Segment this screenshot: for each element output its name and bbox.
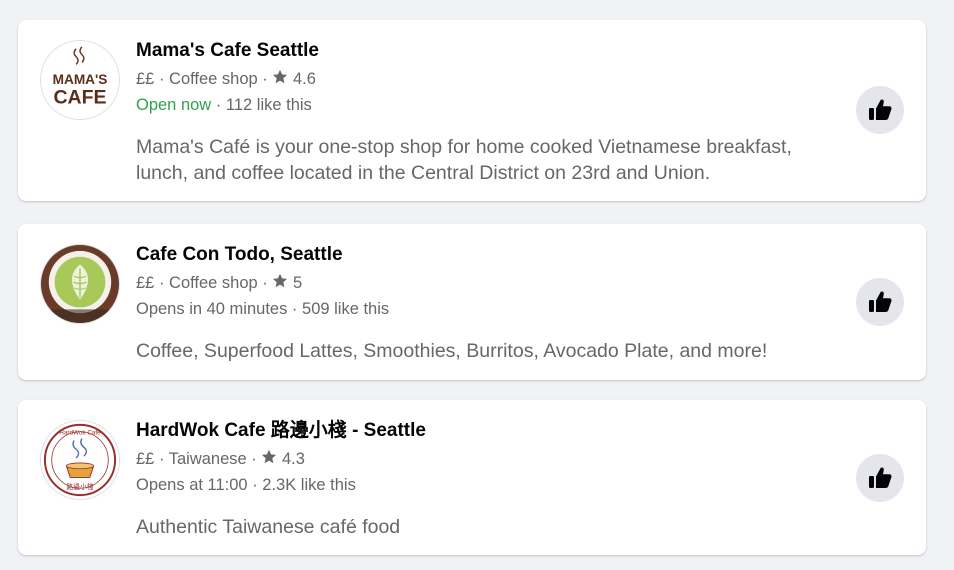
price-level: ££: [136, 450, 155, 468]
logo-text-bottom: 路邊小棧: [66, 482, 93, 491]
place-name[interactable]: Mama's Cafe Seattle: [136, 40, 826, 62]
place-avatar[interactable]: [40, 244, 120, 324]
place-status: Opens at 11:00 · 2.3K like this: [136, 476, 356, 494]
price-level: ££: [136, 274, 155, 292]
like-button[interactable]: [856, 454, 904, 502]
logo-text-top: HardWok Cafe: [59, 430, 101, 437]
place-info: Cafe Con Todo, Seattle ££ · Coffee shop …: [136, 244, 826, 364]
place-description: Coffee, Superfood Lattes, Smoothies, Bur…: [136, 340, 768, 362]
place-card[interactable]: MAMA'S CAFE Mama's Cafe Seattle ££ · Cof…: [18, 20, 926, 201]
logo-text-bottom: CAFE: [53, 86, 106, 108]
place-meta: ££ · Coffee shop · 4.6: [136, 69, 316, 88]
hardwok-cafe-logo: HardWok Cafe 路邊小棧: [41, 421, 119, 499]
category: Coffee shop: [169, 70, 258, 88]
open-status: Open now: [136, 96, 212, 114]
place-card[interactable]: Cafe Con Todo, Seattle ££ · Coffee shop …: [18, 224, 926, 380]
place-status: Opens in 40 minutes · 509 like this: [136, 300, 390, 318]
like-count: 509 like this: [302, 300, 390, 318]
star-icon: [273, 273, 288, 288]
place-name[interactable]: HardWok Cafe 路邊小棧 - Seattle: [136, 420, 826, 442]
place-card[interactable]: HardWok Cafe 路邊小棧 HardWok Cafe 路邊小棧 - Se…: [18, 400, 926, 555]
rating-value: 4.6: [292, 70, 316, 88]
rating-value: 4.3: [281, 450, 305, 468]
place-info: Mama's Cafe Seattle ££ · Coffee shop · 4…: [136, 40, 826, 186]
like-count: 2.3K like this: [262, 476, 356, 494]
like-count: 112 like this: [225, 96, 312, 114]
mamas-cafe-logo: MAMA'S CAFE: [41, 41, 119, 119]
price-level: ££: [136, 70, 155, 88]
thumbs-up-icon: [869, 467, 892, 488]
star-icon: [273, 69, 288, 84]
thumbs-up-icon: [869, 291, 892, 312]
logo-text-top: MAMA'S: [53, 72, 108, 87]
place-meta: ££ · Taiwanese · 4.3: [136, 449, 305, 468]
places-list: MAMA'S CAFE Mama's Cafe Seattle ££ · Cof…: [0, 0, 954, 570]
place-avatar[interactable]: HardWok Cafe 路邊小棧: [40, 420, 120, 500]
category: Coffee shop: [169, 274, 258, 292]
place-avatar[interactable]: MAMA'S CAFE: [40, 40, 120, 120]
star-icon: [262, 449, 277, 464]
place-description: Authentic Taiwanese café food: [136, 516, 401, 538]
rating-value: 5: [292, 274, 303, 292]
place-name[interactable]: Cafe Con Todo, Seattle: [136, 244, 826, 266]
matcha-latte-photo: [41, 245, 119, 323]
like-button[interactable]: [856, 278, 904, 326]
open-status: Opens in 40 minutes: [136, 300, 288, 318]
open-status: Opens at 11:00: [136, 476, 248, 494]
place-info: HardWok Cafe 路邊小棧 - Seattle ££ · Taiwane…: [136, 420, 826, 540]
place-description: Mama's Café is your one-stop shop for ho…: [136, 136, 792, 184]
like-button[interactable]: [856, 86, 904, 134]
place-status: Open now · 112 like this: [136, 96, 312, 114]
place-meta: ££ · Coffee shop · 5: [136, 273, 303, 292]
thumbs-up-icon: [869, 99, 892, 120]
category: Taiwanese: [168, 450, 247, 468]
